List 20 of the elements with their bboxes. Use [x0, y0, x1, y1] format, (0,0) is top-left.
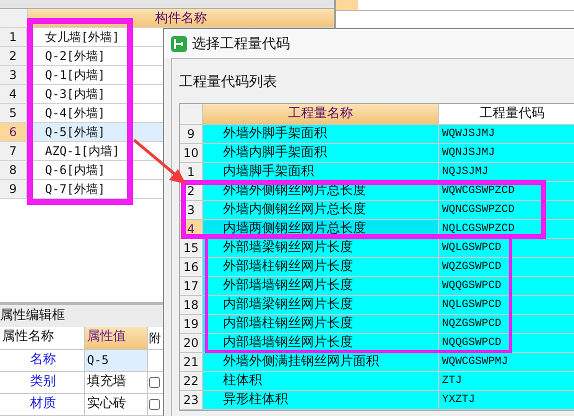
property-name: 材质 [0, 394, 85, 415]
row-number: 7 [0, 142, 27, 160]
row-number: 6 [0, 123, 27, 141]
column-header: 工程量名称 [203, 104, 439, 124]
row-number: 3 [0, 66, 27, 84]
list-label: 工程量代码列表 [179, 73, 278, 92]
row-number: 4 [0, 85, 27, 103]
row-number: 9 [0, 180, 27, 198]
row-number: 8 [0, 161, 27, 179]
column-header: 属性值 [85, 327, 148, 349]
component-name: Q-3[内墙] [45, 86, 106, 102]
property-name: 类别 [0, 372, 85, 393]
row-number: 5 [0, 104, 27, 122]
component-name: Q-2[外墙] [45, 48, 106, 64]
column-header: 工程量代码 [439, 104, 574, 124]
window-title: 选择工程量代码 [192, 34, 290, 52]
column-header: 附 [148, 330, 162, 347]
component-name: Q-5[外墙] [45, 124, 106, 140]
row-number: 1 [0, 28, 27, 46]
row-number: 2 [0, 47, 27, 65]
